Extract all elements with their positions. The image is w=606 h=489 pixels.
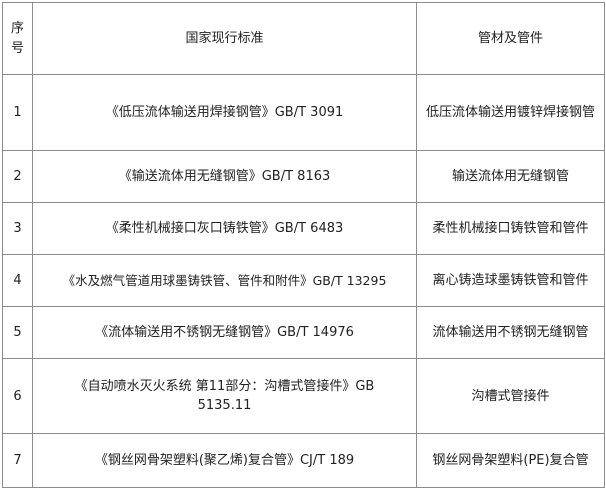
- row-standard: 《流体输送用不锈钢无缝钢管》GB/T 14976: [32, 306, 417, 359]
- row-index: 7: [2, 433, 33, 488]
- header-standard: 国家现行标准: [32, 2, 417, 75]
- row-pipe: 低压流体输送用镀锌焊接钢管: [416, 74, 605, 151]
- table-row: 3 《柔性机械接口灰口铸铁管》GB/T 6483 柔性机械接口铸铁管和管件: [2, 202, 605, 255]
- row-index: 6: [2, 358, 33, 434]
- row-index: 4: [2, 254, 33, 307]
- table-row: 7 《钢丝网骨架塑料(聚乙烯)复合管》CJ/T 189 钢丝网骨架塑料(PE)复…: [2, 433, 605, 488]
- row-pipe: 钢丝网骨架塑料(PE)复合管: [416, 433, 605, 488]
- row-index: 1: [2, 74, 33, 151]
- row-pipe: 柔性机械接口铸铁管和管件: [416, 202, 605, 255]
- row-pipe: 沟槽式管接件: [416, 358, 605, 434]
- table-row: 1 《低压流体输送用焊接钢管》GB/T 3091 低压流体输送用镀锌焊接钢管: [2, 74, 605, 151]
- row-standard: 《钢丝网骨架塑料(聚乙烯)复合管》CJ/T 189: [32, 433, 417, 488]
- header-index-label: 序号: [10, 20, 24, 56]
- row-pipe: 离心铸造球墨铸铁管和管件: [416, 254, 605, 307]
- row-standard: 《低压流体输送用焊接钢管》GB/T 3091: [32, 74, 417, 151]
- row-standard: 《水及燃气管道用球墨铸铁管、管件和附件》GB/T 13295: [32, 254, 417, 307]
- row-pipe: 输送流体用无缝钢管: [416, 150, 605, 203]
- header-row: 序号 国家现行标准 管材及管件: [2, 2, 605, 75]
- table-row: 4 《水及燃气管道用球墨铸铁管、管件和附件》GB/T 13295 离心铸造球墨铸…: [2, 254, 605, 307]
- table-row: 5 《流体输送用不锈钢无缝钢管》GB/T 14976 流体输送用不锈钢无缝钢管: [2, 306, 605, 359]
- row-index: 2: [2, 150, 33, 203]
- table-row: 6 《自动喷水灭火系统 第11部分：沟槽式管接件》GB 5135.11 沟槽式管…: [2, 358, 605, 434]
- row-index: 5: [2, 306, 33, 359]
- row-standard: 《柔性机械接口灰口铸铁管》GB/T 6483: [32, 202, 417, 255]
- row-standard: 《输送流体用无缝钢管》GB/T 8163: [32, 150, 417, 203]
- table-row: 2 《输送流体用无缝钢管》GB/T 8163 输送流体用无缝钢管: [2, 150, 605, 203]
- row-pipe: 流体输送用不锈钢无缝钢管: [416, 306, 605, 359]
- row-index: 3: [2, 202, 33, 255]
- header-pipe: 管材及管件: [416, 2, 605, 75]
- header-index: 序号: [2, 2, 33, 75]
- standards-table: 序号 国家现行标准 管材及管件 1 《低压流体输送用焊接钢管》GB/T 3091…: [2, 2, 605, 488]
- row-standard: 《自动喷水灭火系统 第11部分：沟槽式管接件》GB 5135.11: [32, 358, 417, 434]
